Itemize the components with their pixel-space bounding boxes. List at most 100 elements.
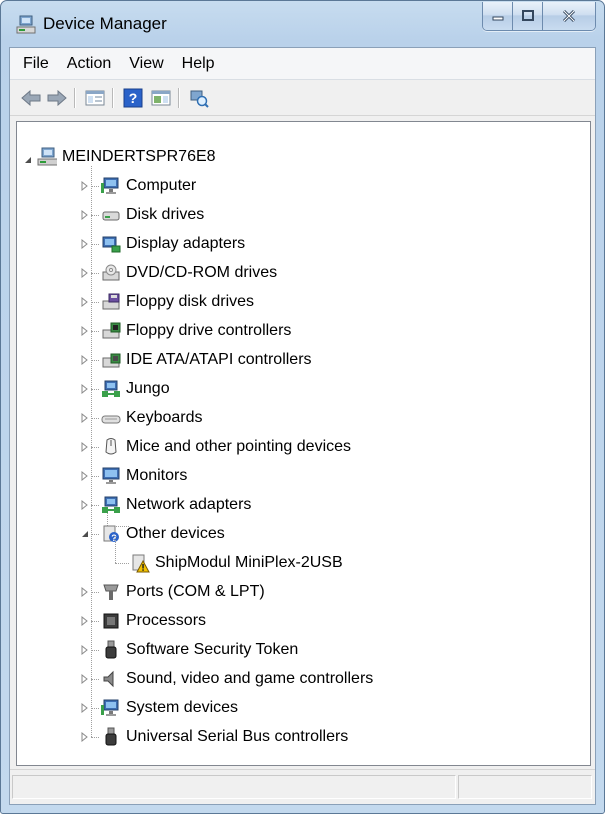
menu-help[interactable]: Help [173, 51, 224, 77]
tree-item-label: Display adapters [126, 235, 246, 252]
menu-action[interactable]: Action [58, 51, 120, 77]
close-button[interactable] [543, 2, 595, 30]
expand-icon[interactable] [80, 586, 90, 598]
sound-icon [101, 669, 121, 689]
properties-icon[interactable] [150, 87, 172, 109]
help-icon[interactable]: ? [122, 87, 144, 109]
tree-item-label: Universal Serial Bus controllers [126, 728, 349, 745]
tree-item-monitors[interactable]: Monitors [101, 463, 187, 489]
tree-item-label: Software Security Token [126, 641, 299, 658]
status-pane-secondary [458, 775, 592, 799]
toolbar-separator [112, 88, 114, 108]
minimize-button[interactable] [483, 2, 513, 30]
floppy-drive-icon [101, 292, 121, 312]
tree-item-floppy-disk-drives[interactable]: Floppy disk drives [101, 289, 254, 315]
status-bar [10, 769, 595, 804]
device-manager-icon [15, 14, 37, 36]
usb-icon [101, 727, 121, 747]
menu-view[interactable]: View [120, 51, 172, 77]
jungo-icon [101, 379, 121, 399]
collapse-icon[interactable] [80, 528, 90, 540]
root-label: MEINDERTSPR76E8 [62, 148, 216, 165]
scan-hardware-icon[interactable] [188, 87, 210, 109]
expand-icon[interactable] [80, 731, 90, 743]
expand-icon[interactable] [80, 470, 90, 482]
expand-icon[interactable] [80, 325, 90, 337]
expand-icon[interactable] [80, 412, 90, 424]
expand-icon[interactable] [80, 644, 90, 656]
toolbar-separator [178, 88, 180, 108]
tree-root[interactable]: MEINDERTSPR76E8 [37, 144, 216, 170]
tree-item-network-adapters[interactable]: Network adapters [101, 492, 251, 518]
disk-drive-icon [101, 205, 121, 225]
menu-file[interactable]: File [14, 51, 58, 77]
tree-item-jungo[interactable]: Jungo [101, 376, 170, 402]
expand-icon[interactable] [80, 499, 90, 511]
tree-item-label: Disk drives [126, 206, 205, 223]
title-bar[interactable]: Device Manager [1, 1, 604, 47]
expand-icon[interactable] [80, 209, 90, 221]
forward-icon[interactable] [46, 87, 68, 109]
tree-item-mice-and-other-pointing-devices[interactable]: Mice and other pointing devices [101, 434, 351, 460]
back-icon[interactable] [20, 87, 42, 109]
menu-bar: File Action View Help [10, 48, 595, 80]
expand-icon[interactable] [80, 296, 90, 308]
tree-item-label: Ports (COM & LPT) [126, 583, 265, 600]
expand-icon[interactable] [80, 383, 90, 395]
tree-item-label: Computer [126, 177, 197, 194]
tree-item-disk-drives[interactable]: Disk drives [101, 202, 204, 228]
tree-item-sound-video-and-game-controllers[interactable]: Sound, video and game controllers [101, 666, 373, 692]
expand-icon[interactable] [80, 441, 90, 453]
device-tree[interactable]: MEINDERTSPR76E8 Computer Disk drives Displ… [16, 121, 591, 766]
tree-item-label: Other devices [126, 525, 225, 542]
tree-item-label: ShipModul MiniPlex-2USB [155, 554, 343, 571]
ports-icon [101, 582, 121, 602]
expand-icon[interactable] [80, 354, 90, 366]
ide-controller-icon [101, 350, 121, 370]
tree-item-processors[interactable]: Processors [101, 608, 206, 634]
expand-icon[interactable] [80, 673, 90, 685]
tree-item-ide-ata-atapi-controllers[interactable]: IDE ATA/ATAPI controllers [101, 347, 312, 373]
caption-buttons [482, 2, 596, 31]
tree-item-universal-serial-bus-controllers[interactable]: Universal Serial Bus controllers [101, 724, 348, 750]
tree-item-ports-com-lpt[interactable]: Ports (COM & LPT) [101, 579, 265, 605]
expand-icon[interactable] [80, 702, 90, 714]
other-devices-icon: ? [101, 524, 121, 544]
tree-item-keyboards[interactable]: Keyboards [101, 405, 203, 431]
tree-item-label: DVD/CD-ROM drives [126, 264, 278, 281]
tree-item-label: Floppy drive controllers [126, 322, 292, 339]
device-manager-window: Device Manager File Action View Help ? M… [0, 0, 605, 814]
system-devices-icon [101, 698, 121, 718]
mouse-icon [101, 437, 121, 457]
collapse-root-icon[interactable] [23, 154, 33, 166]
tree-item-computer[interactable]: Computer [101, 173, 196, 199]
expand-icon[interactable] [80, 615, 90, 627]
tree-item-dvd-cd-rom-drives[interactable]: DVD/CD-ROM drives [101, 260, 277, 286]
tree-item-label: System devices [126, 699, 239, 716]
display-adapter-icon [101, 234, 121, 254]
expand-icon[interactable] [80, 180, 90, 192]
tree-item-label: Processors [126, 612, 207, 629]
maximize-button[interactable] [513, 2, 543, 30]
status-pane-main [12, 775, 456, 799]
security-token-icon [101, 640, 121, 660]
minimize-icon [492, 16, 503, 21]
expand-icon[interactable] [80, 267, 90, 279]
processor-icon [101, 611, 121, 631]
console-tree-icon[interactable] [84, 87, 106, 109]
computer-icon [101, 176, 121, 196]
tree-item-system-devices[interactable]: System devices [101, 695, 238, 721]
tree-item-other-devices[interactable]: ? Other devices [101, 521, 225, 547]
window-title: Device Manager [43, 14, 167, 33]
tree-item-label: Network adapters [126, 496, 252, 513]
tree-item-label: Monitors [126, 467, 188, 484]
tree-item-label: Floppy disk drives [126, 293, 255, 310]
maximize-icon [521, 10, 534, 21]
tree-item-display-adapters[interactable]: Display adapters [101, 231, 245, 257]
tree-item-label: Mice and other pointing devices [126, 438, 352, 455]
tree-item-software-security-token[interactable]: Software Security Token [101, 637, 298, 663]
expand-icon[interactable] [80, 238, 90, 250]
tree-item-shipmodul-miniplex[interactable]: ShipModul MiniPlex-2USB [130, 550, 343, 576]
tree-item-label: Sound, video and game controllers [126, 670, 374, 687]
tree-item-floppy-drive-controllers[interactable]: Floppy drive controllers [101, 318, 291, 344]
